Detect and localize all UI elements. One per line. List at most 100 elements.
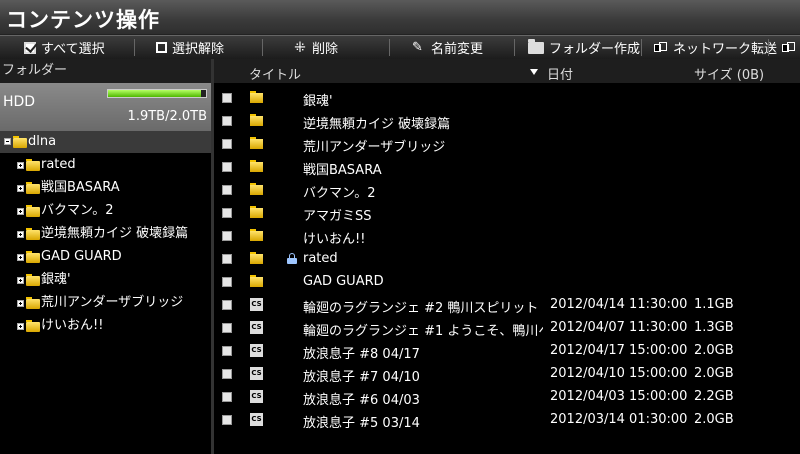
row-checkbox[interactable] [222, 346, 232, 356]
list-row[interactable]: 逆境無頼カイジ 破壊録篇 [214, 109, 800, 132]
row-title: rated [303, 251, 338, 266]
row-size: 2.0GB [694, 412, 734, 427]
row-title: 戦国BASARA [303, 163, 382, 178]
row-title: 逆境無頼カイジ 破壊録篇 [303, 117, 451, 132]
collapse-icon[interactable] [4, 138, 11, 145]
row-title: 輪廻のラグランジェ #1 ようこそ、鴨川へ! [303, 324, 543, 339]
folder-icon [26, 320, 40, 332]
hdd-label: HDD [3, 94, 36, 110]
row-checkbox[interactable] [222, 323, 232, 333]
list-row[interactable]: 荒川アンダーザブリッジ [214, 132, 800, 155]
expand-icon[interactable] [17, 277, 24, 284]
expand-icon[interactable] [17, 231, 24, 238]
row-checkbox[interactable] [222, 254, 232, 264]
list-row[interactable]: rated [214, 247, 800, 270]
expand-icon[interactable] [17, 185, 24, 192]
tree-item[interactable]: 逆境無頼カイジ 破壊録篇 [0, 223, 211, 245]
tree-item[interactable]: バクマン。2 [0, 200, 211, 222]
tree-item-label: 荒川アンダーザブリッジ [41, 295, 184, 310]
tree-item[interactable]: rated [0, 154, 211, 176]
list-row[interactable]: 戦国BASARA [214, 155, 800, 178]
row-title: バクマン。2 [303, 186, 376, 201]
hdd-storage[interactable]: HDD 1.9TB/2.0TB [0, 83, 211, 131]
title-bar: コンテンツ操作 [0, 0, 800, 35]
list-row[interactable]: GAD GUARD [214, 270, 800, 293]
list-row[interactable]: 銀魂' [214, 86, 800, 109]
row-size: 2.2GB [694, 389, 734, 404]
toolbar-divider [514, 39, 515, 56]
tree-item[interactable]: 銀魂' [0, 269, 211, 291]
row-checkbox[interactable] [222, 139, 232, 149]
row-size: 2.0GB [694, 343, 734, 358]
folder-icon [250, 183, 263, 195]
list-row[interactable]: CS 放浪息子 #6 04/03 2012/04/03 15:00:00 2.2GB [214, 385, 800, 408]
new-folder-button[interactable]: フォルダー作成 [528, 36, 640, 59]
row-checkbox[interactable] [222, 208, 232, 218]
list-row[interactable]: けいおん!! [214, 224, 800, 247]
toolbar-divider [641, 39, 642, 56]
row-checkbox[interactable] [222, 300, 232, 310]
network-transfer-button[interactable]: ネットワーク転送 [654, 36, 777, 59]
folder-icon [250, 229, 263, 241]
expand-icon[interactable] [17, 162, 24, 169]
tree-root-dlna[interactable]: dlna [0, 131, 211, 153]
folder-icon [26, 228, 40, 240]
toolbar-divider [262, 39, 263, 56]
row-checkbox[interactable] [222, 277, 232, 287]
folder-icon [250, 252, 263, 264]
row-checkbox[interactable] [222, 415, 232, 425]
toolbar-divider [768, 39, 769, 56]
new-folder-label: フォルダー作成 [549, 42, 641, 57]
folder-icon [250, 275, 263, 287]
list-row[interactable]: CS 輪廻のラグランジェ #2 鴨川スピリット 04/2012/04/14 11:… [214, 293, 800, 316]
list-row[interactable]: CS 輪廻のラグランジェ #1 ようこそ、鴨川へ! 2012/04/07 11:30… [214, 316, 800, 339]
window-title: コンテンツ操作 [6, 8, 160, 32]
folder-icon [250, 206, 263, 218]
row-checkbox[interactable] [222, 185, 232, 195]
column-date[interactable]: 日付 [547, 64, 573, 83]
select-all-button[interactable]: すべて選択 [24, 36, 105, 59]
folder-icon [26, 182, 40, 194]
list-row[interactable]: CS 放浪息子 #8 04/17 2012/04/17 15:00:00 2.0GB [214, 339, 800, 362]
tree-item[interactable]: GAD GUARD [0, 246, 211, 268]
sort-descending-icon[interactable] [530, 69, 538, 75]
column-title[interactable]: タイトル [249, 64, 301, 83]
column-size[interactable]: サイズ (0B) [694, 64, 764, 83]
row-title: 銀魂' [303, 94, 333, 109]
tree-item[interactable]: 荒川アンダーザブリッジ [0, 292, 211, 314]
list-row[interactable]: CS 放浪息子 #7 04/10 2012/04/10 15:00:00 2.0GB [214, 362, 800, 385]
row-title: 放浪息子 #7 04/10 [303, 370, 420, 385]
row-checkbox[interactable] [222, 231, 232, 241]
row-checkbox[interactable] [222, 369, 232, 379]
expand-icon[interactable] [17, 254, 24, 261]
storage-usage-bar [107, 89, 207, 98]
tree-item-label: 戦国BASARA [41, 180, 120, 195]
tree-item[interactable]: けいおん!! [0, 315, 211, 337]
folder-icon [250, 91, 263, 103]
folder-pane-header: フォルダー [0, 59, 211, 83]
rename-button[interactable]: ✎ 名前変更 [412, 36, 483, 59]
list-row[interactable]: CS 放浪息子 #5 03/14 2012/03/14 01:30:00 2.0GB [214, 408, 800, 431]
expand-icon[interactable] [17, 300, 24, 307]
row-checkbox[interactable] [222, 116, 232, 126]
checkbox-empty-icon [156, 42, 167, 53]
toolbar: すべて選択 選択解除 ⁜ 削除 ✎ 名前変更 フォルダー作成 ネットワーク転送 [0, 35, 800, 60]
copy-icon [782, 42, 796, 53]
folder-icon [250, 137, 263, 149]
row-checkbox[interactable] [222, 93, 232, 103]
folder-icon [26, 251, 40, 263]
row-date: 2012/03/14 01:30:00 [550, 412, 688, 427]
more-button[interactable] [782, 36, 800, 59]
expand-icon[interactable] [17, 323, 24, 330]
deselect-button[interactable]: 選択解除 [156, 36, 224, 59]
video-file-icon: CS [250, 390, 263, 403]
list-row[interactable]: バクマン。2 [214, 178, 800, 201]
expand-icon[interactable] [17, 208, 24, 215]
storage-usage-text: 1.9TB/2.0TB [127, 109, 207, 124]
row-checkbox[interactable] [222, 162, 232, 172]
delete-button[interactable]: ⁜ 削除 [293, 36, 338, 59]
list-row[interactable]: アマガミSS [214, 201, 800, 224]
row-checkbox[interactable] [222, 392, 232, 402]
tree-item[interactable]: 戦国BASARA [0, 177, 211, 199]
row-size: 2.0GB [694, 366, 734, 381]
